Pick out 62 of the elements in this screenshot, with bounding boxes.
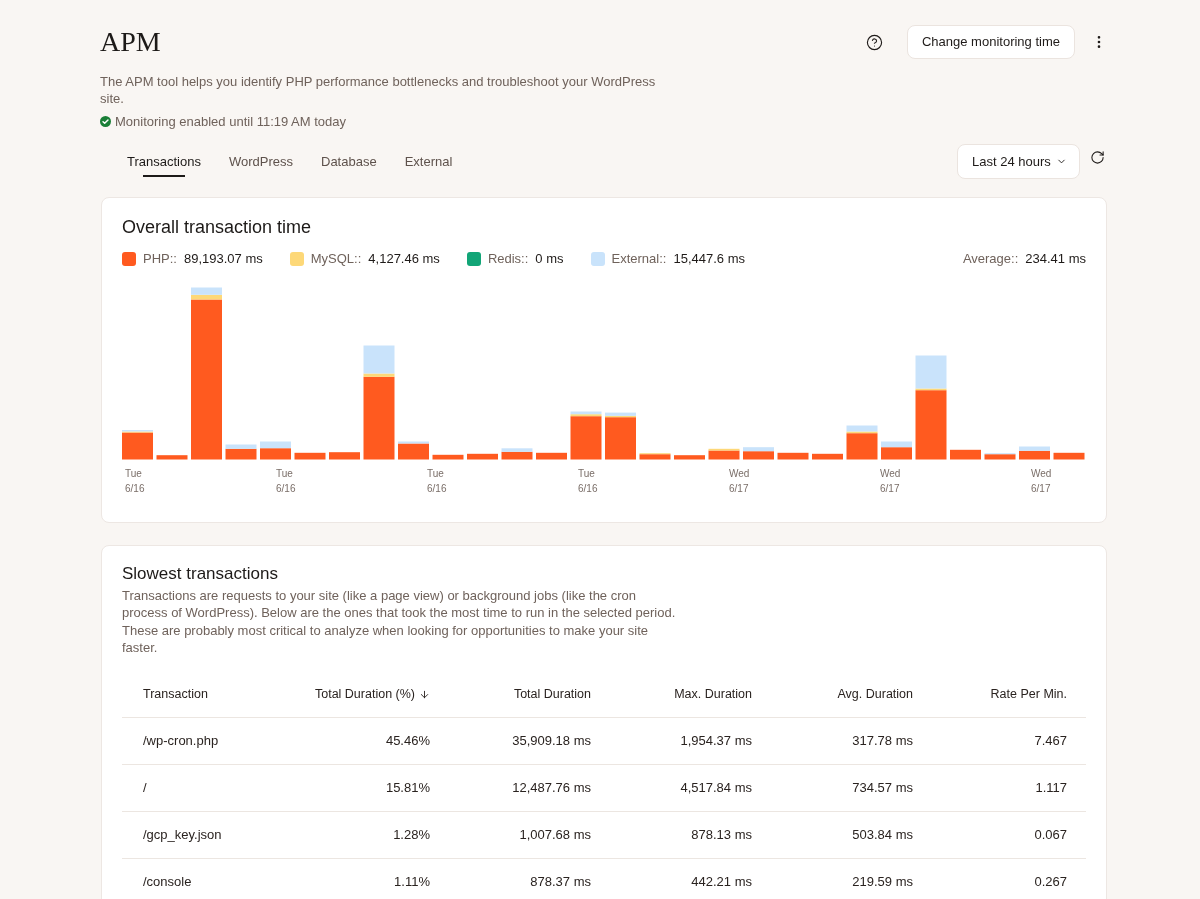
column-header[interactable]: Max. Duration xyxy=(611,685,772,705)
average-value: 234.41 ms xyxy=(1025,250,1086,269)
column-header[interactable]: Rate Per Min. xyxy=(933,685,1087,705)
table-cell-text: /gcp_key.json xyxy=(142,826,223,845)
axis-label: Tue 6/16 xyxy=(427,467,447,496)
table-cell-text: 1,007.68 ms xyxy=(518,826,592,845)
table-cell-text: 734.57 ms xyxy=(851,779,914,798)
table-cell-text: 4,517.84 ms xyxy=(679,779,753,798)
table-cell-text: 317.78 ms xyxy=(851,732,914,751)
tab[interactable]: WordPress xyxy=(214,144,307,179)
card-title: Slowest transactions xyxy=(122,563,279,585)
legend-value: 4,127.46 ms xyxy=(368,250,440,269)
axis-label: Wed 6/17 xyxy=(1031,467,1052,496)
axis-label: Wed 6/17 xyxy=(729,467,750,496)
table-cell-text: 878.13 ms xyxy=(690,826,753,845)
table-cell-text: 45.46% xyxy=(384,732,431,751)
average-label: Average:: xyxy=(962,250,1019,269)
table-cell-text: 1.117 xyxy=(1034,779,1068,798)
tab[interactable]: Database xyxy=(307,144,391,179)
legend-value: 0 ms xyxy=(535,250,564,269)
legend-value: 89,193.07 ms xyxy=(183,250,263,269)
column-header[interactable]: Avg. Duration xyxy=(772,685,933,705)
axis-label: Tue 6/16 xyxy=(578,467,598,496)
refresh-icon[interactable] xyxy=(1090,150,1105,165)
table-cell-text: 15.81% xyxy=(384,779,431,798)
change-monitoring-time-button[interactable]: Change monitoring time xyxy=(906,25,1075,59)
period-select[interactable]: Last 24 hours xyxy=(957,144,1080,179)
monitoring-status: Monitoring enabled until 11:19 AM today xyxy=(115,113,347,130)
axis-label: Tue 6/16 xyxy=(276,467,296,496)
table-cell-text: 442.21 ms xyxy=(690,873,753,892)
legend-label: Redis:: xyxy=(487,250,529,269)
table-cell-text: /wp-cron.php xyxy=(142,732,220,751)
tab[interactable]: External xyxy=(390,144,467,179)
table-cell-text: 219.59 ms xyxy=(851,873,914,892)
table-cell-text: / xyxy=(142,779,148,798)
axis-label: Wed 6/17 xyxy=(880,467,901,496)
table-cell-text: 1,954.37 ms xyxy=(679,732,753,751)
table-cell-text: 35,909.18 ms xyxy=(511,732,592,751)
column-header[interactable]: Total Duration xyxy=(450,685,611,705)
legend-label: External:: xyxy=(611,250,667,269)
table-cell-text: 0.267 xyxy=(1033,873,1068,892)
table-cell-text: 1.11% xyxy=(393,873,431,892)
column-header[interactable]: Transaction xyxy=(122,685,289,705)
table-cell-text: 878.37 ms xyxy=(529,873,592,892)
table-cell-text: 12,487.76 ms xyxy=(511,779,592,798)
table-cell-text: 1.28% xyxy=(392,826,431,845)
table-cell-text: 0.067 xyxy=(1033,826,1068,845)
legend-value: 15,447.6 ms xyxy=(673,250,745,269)
table-cell-text: 7.467 xyxy=(1033,732,1068,751)
check-circle-icon xyxy=(100,116,111,127)
axis-label: Tue 6/16 xyxy=(125,467,145,496)
card-description: Transactions are requests to your site (like a page view) or background jobs (like the cron process of WordPress). Below are the ones that took the most time to run in the selected period. These are probably most critical to analyze when looking for opportunities to make your site faster. xyxy=(122,587,677,657)
table-cell-text: 503.84 ms xyxy=(851,826,914,845)
help-icon[interactable] xyxy=(865,33,883,51)
card-title: Overall transaction time xyxy=(122,216,313,239)
column-header[interactable]: Total Duration (%) xyxy=(289,685,450,705)
page-title: APM xyxy=(100,25,161,59)
legend-label: PHP:: xyxy=(143,250,177,269)
legend-label: MySQL:: xyxy=(310,250,362,269)
table-cell-text: /console xyxy=(142,873,193,892)
page-description: The APM tool helps you identify PHP performance bottlenecks and troubleshoot your WordPress site. xyxy=(100,73,657,107)
tab[interactable]: Transactions xyxy=(113,144,215,179)
